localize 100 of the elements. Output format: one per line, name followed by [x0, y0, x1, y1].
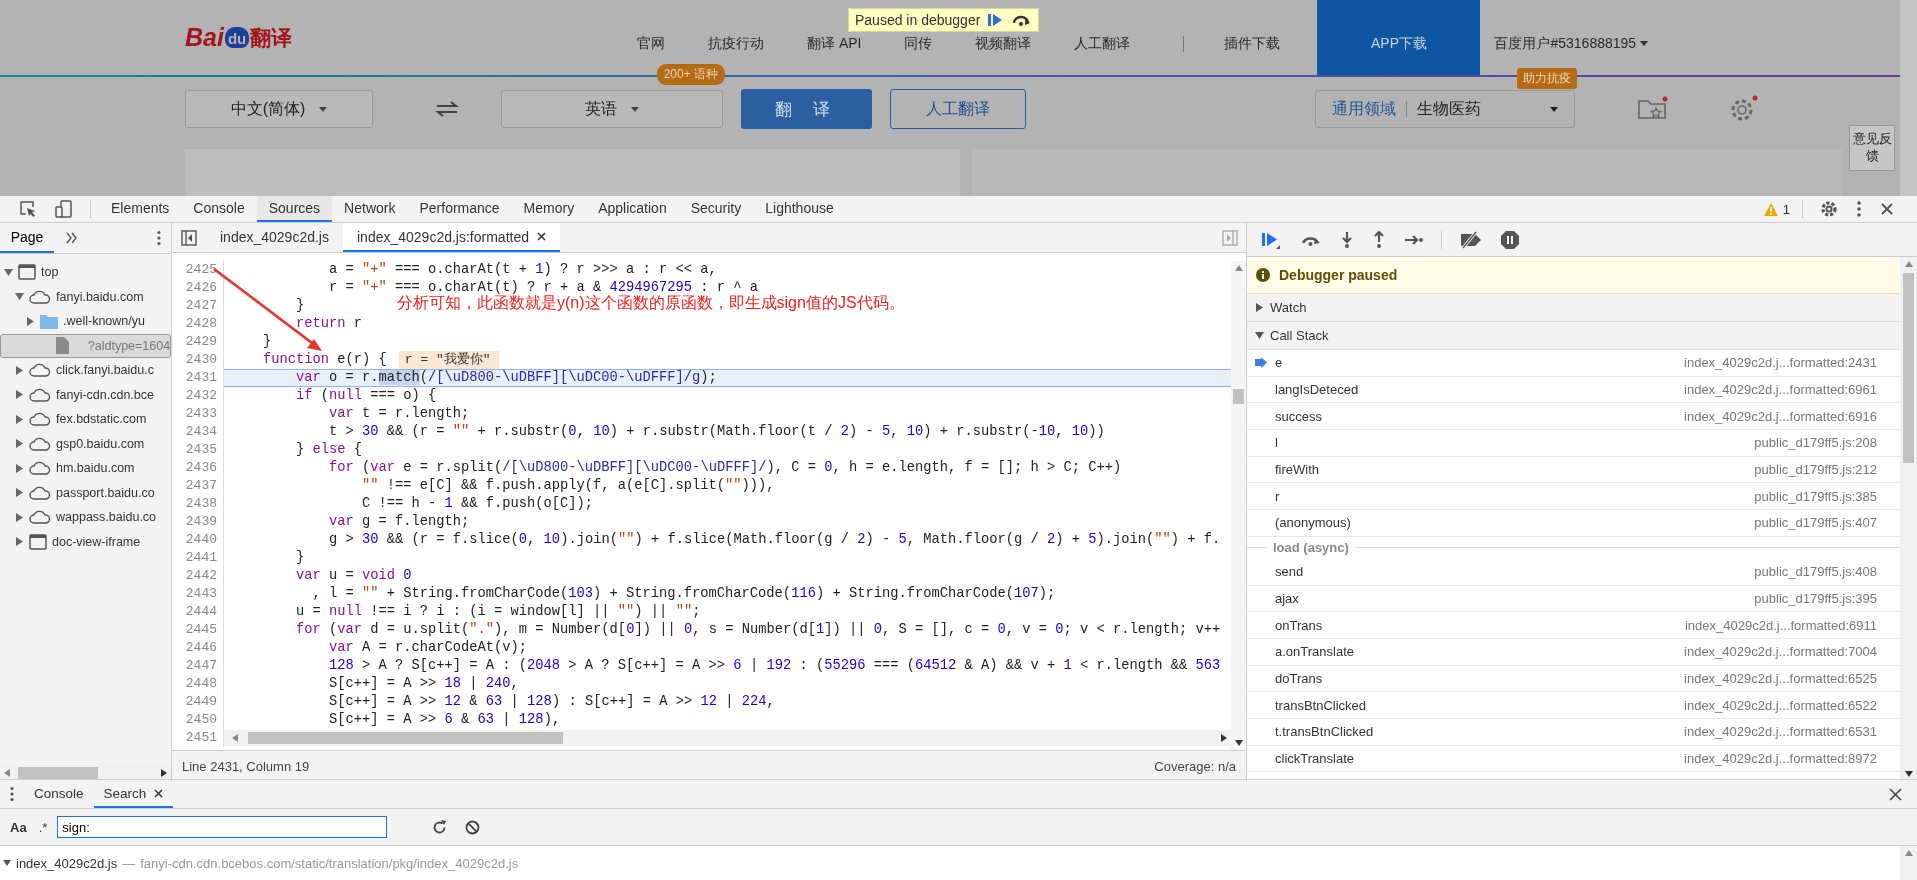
- folder-star-icon[interactable]: [1637, 96, 1669, 122]
- call-frame[interactable]: r public_d179ff5.js:385: [1247, 483, 1900, 511]
- devtools-tab[interactable]: Application: [586, 196, 679, 222]
- tree-item[interactable]: doc-view-iframe: [0, 529, 171, 554]
- language-select[interactable]: 中文(简体): [185, 90, 373, 128]
- pause-on-exceptions-icon[interactable]: [1501, 230, 1519, 249]
- section-header[interactable]: Watch: [1247, 294, 1900, 322]
- expand-arrow-icon[interactable]: [15, 463, 24, 473]
- warning-count[interactable]: 1: [1763, 201, 1790, 217]
- devtools-tab[interactable]: Sources: [256, 196, 333, 222]
- call-frame[interactable]: ajax public_d179ff5.js:395: [1247, 585, 1900, 613]
- tree-item[interactable]: click.fanyi.baidu.c: [0, 358, 171, 383]
- scrollbar-thumb[interactable]: [18, 767, 98, 779]
- tree-item[interactable]: hm.baidu.com: [0, 456, 171, 481]
- expand-arrow-icon[interactable]: [3, 859, 11, 867]
- user-menu[interactable]: 百度用户#5316888195: [1494, 34, 1649, 53]
- panel-tab[interactable]: Page: [0, 223, 54, 253]
- scroll-left-icon[interactable]: [4, 769, 10, 777]
- scroll-right-icon[interactable]: [1221, 734, 1227, 742]
- step-out-icon[interactable]: [1372, 230, 1386, 249]
- inspect-icon[interactable]: [19, 200, 37, 218]
- drawer-tab[interactable]: Console: [24, 780, 94, 808]
- tree-item[interactable]: passport.baidu.co: [0, 480, 171, 505]
- devtools-tab[interactable]: Elements: [99, 196, 182, 222]
- nav-link[interactable]: 翻译 API: [807, 34, 862, 53]
- refresh-icon[interactable]: [432, 819, 448, 835]
- call-frame[interactable]: clickTranslate index_4029c2d.j...formatted:8972: [1247, 745, 1900, 773]
- expand-arrow-icon[interactable]: [15, 365, 24, 375]
- tree-item[interactable]: .well-known/yu: [0, 309, 171, 334]
- device-icon[interactable]: [55, 200, 73, 218]
- call-frame[interactable]: l public_d179ff5.js:208: [1247, 430, 1900, 457]
- devtools-tab[interactable]: Security: [678, 196, 754, 222]
- more-icon[interactable]: [156, 230, 162, 246]
- expand-arrow-icon[interactable]: [15, 414, 24, 424]
- call-frame[interactable]: langIsDeteced index_4029c2d.j...formatted:6961: [1247, 376, 1900, 404]
- scrollbar-thumb[interactable]: [1233, 389, 1244, 404]
- call-frame[interactable]: (anonymous) public_d179ff5.js:407: [1247, 510, 1900, 537]
- call-frame[interactable]: doTrans index_4029c2d.j...formatted:6525: [1247, 665, 1900, 693]
- expand-arrow-icon[interactable]: [1255, 303, 1264, 312]
- language-select[interactable]: 英语: [501, 90, 723, 128]
- nav-link[interactable]: 同传: [904, 34, 933, 53]
- regex-button[interactable]: .*: [32, 819, 54, 835]
- feedback-tab[interactable]: 意见反馈: [1849, 125, 1895, 171]
- section-header[interactable]: Call Stack: [1247, 322, 1900, 350]
- resume-icon[interactable]: [1260, 230, 1282, 249]
- scroll-up-icon[interactable]: [1234, 265, 1243, 271]
- file-tab[interactable]: index_4029c2d.js: [206, 223, 343, 252]
- scrollbar[interactable]: [224, 730, 1231, 746]
- toggle-debugger-icon[interactable]: [1222, 229, 1238, 246]
- settings-icon[interactable]: [1729, 95, 1759, 123]
- more-tabs-icon[interactable]: [66, 232, 78, 244]
- tree-item[interactable]: gsp0.baidu.com: [0, 431, 171, 456]
- tree-item[interactable]: fex.bdstatic.com: [0, 407, 171, 432]
- expand-arrow-icon[interactable]: [15, 537, 24, 547]
- scroll-down-icon[interactable]: [1904, 771, 1913, 777]
- devtools-tab[interactable]: Network: [332, 196, 408, 222]
- tree-item[interactable]: top: [0, 260, 171, 285]
- nav-link[interactable]: 人工翻译: [1074, 34, 1131, 53]
- devtools-tab[interactable]: Lighthouse: [753, 196, 846, 222]
- scrollbar[interactable]: [1900, 0, 1917, 196]
- expand-arrow-icon[interactable]: [15, 488, 24, 498]
- step-into-icon[interactable]: [1340, 230, 1354, 249]
- scrollbar[interactable]: [1900, 846, 1917, 880]
- expand-arrow-icon[interactable]: [26, 316, 35, 326]
- devtools-tab[interactable]: Console: [181, 196, 257, 222]
- match-case-button[interactable]: Aa: [4, 819, 33, 835]
- expand-arrow-icon[interactable]: [1255, 331, 1264, 340]
- more-icon[interactable]: [1856, 200, 1862, 218]
- nav-link[interactable]: 插件下载: [1224, 34, 1281, 53]
- expand-arrow-icon[interactable]: [15, 512, 24, 522]
- clear-icon[interactable]: [465, 819, 481, 835]
- call-frame[interactable]: fireWith public_d179ff5.js:212: [1247, 456, 1900, 484]
- close-icon[interactable]: [1880, 202, 1894, 216]
- devtools-tab[interactable]: Performance: [407, 196, 512, 222]
- translate-button[interactable]: 翻 译: [741, 89, 872, 129]
- close-icon[interactable]: [1889, 787, 1902, 801]
- file-tab[interactable]: index_4029c2d.js:formatted: [343, 223, 560, 252]
- scroll-up-icon[interactable]: [1904, 261, 1913, 267]
- call-frame[interactable]: send public_d179ff5.js:408: [1247, 558, 1900, 586]
- app-download-button[interactable]: APP下载: [1317, 0, 1481, 75]
- tree-item[interactable]: fanyi-cdn.cdn.bce: [0, 382, 171, 407]
- toggle-navigator-icon[interactable]: [181, 229, 197, 246]
- result-file[interactable]: index_4029c2d.js: [16, 855, 118, 871]
- scroll-down-icon[interactable]: [1234, 740, 1243, 746]
- settings-icon[interactable]: [1820, 200, 1838, 218]
- tree-item[interactable]: fanyi.baidu.com: [0, 284, 171, 309]
- domain-select[interactable]: 通用领域 生物医药: [1315, 90, 1575, 128]
- call-frame[interactable]: success index_4029c2d.j...formatted:6916: [1247, 403, 1900, 431]
- scrollbar-thumb[interactable]: [1903, 273, 1914, 463]
- close-icon[interactable]: [537, 232, 546, 241]
- nav-link[interactable]: 视频翻译: [975, 34, 1032, 53]
- call-frame[interactable]: t.transBtnClicked index_4029c2d.j...formatted:6531: [1247, 718, 1900, 746]
- scroll-up-icon[interactable]: [1904, 850, 1913, 856]
- expand-arrow-icon[interactable]: [15, 390, 24, 400]
- drawer-tab[interactable]: Search: [93, 780, 174, 808]
- swap-icon[interactable]: [435, 101, 459, 117]
- tree-item[interactable]: wappass.baidu.co: [0, 505, 171, 530]
- call-frame[interactable]: onTrans index_4029c2d.j...formatted:6911: [1247, 612, 1900, 639]
- search-field[interactable]: sign:: [57, 816, 388, 838]
- deactivate-breakpoints-icon[interactable]: [1459, 230, 1483, 249]
